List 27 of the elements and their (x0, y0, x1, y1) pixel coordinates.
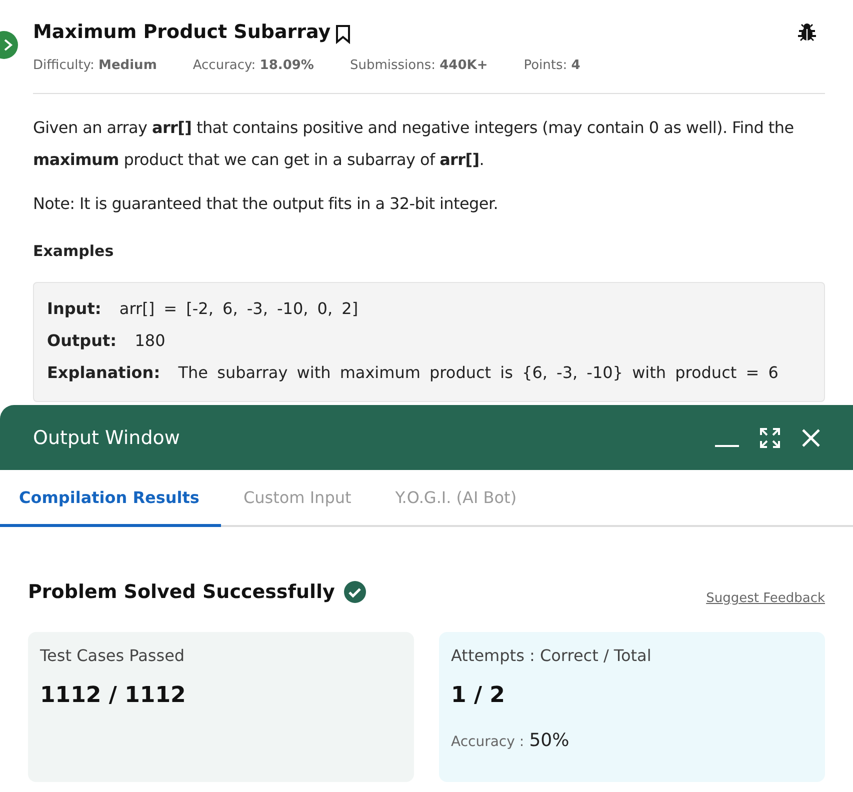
accuracy-label: Accuracy : (451, 734, 524, 750)
example-text: Input: arr[] = [-2, 6, -3, -10, 0, 2] (47, 298, 360, 320)
bookmark-icon[interactable] (334, 24, 351, 44)
meta-text: Points: 4 (524, 58, 580, 73)
accuracy-value: 50% (529, 730, 570, 751)
card-title: Test Cases Passed (40, 646, 186, 665)
close-icon[interactable] (801, 428, 821, 448)
result-text: Problem Solved Successfully (28, 580, 335, 602)
card-value: 1 / 2 (451, 683, 506, 708)
maximize-icon[interactable] (759, 426, 781, 448)
bug-icon[interactable] (797, 22, 817, 42)
meta-text: Difficulty: Medium (33, 58, 157, 73)
feedback-link[interactable]: Suggest Feedback (706, 591, 825, 606)
card-title: Attempts : Correct / Total (451, 646, 652, 665)
description-text: Given an array arr[] that contains positive and negative integers (may contain 0 as well). Find the maximum product that we can get in a subarray of arr[]. (33, 117, 795, 171)
card-value: 1112 / 1112 (40, 683, 187, 708)
example-text: Output: 180 (47, 330, 166, 352)
meta-text: Accuracy: 18.09% (192, 58, 314, 73)
window-title: Output Window (33, 426, 180, 448)
check-circle-icon (342, 580, 367, 604)
chevron-right-icon (2, 38, 14, 52)
tab[interactable]: Compilation Results (0, 470, 222, 527)
example-text: Explanation: The subarray with maximum product is {6, -3, -10} with product = 6 (47, 362, 780, 384)
description-text: Note: It is guaranteed that the output fits in a 32-bit integer. (33, 193, 500, 215)
meta-text: Submissions: 440K+ (350, 58, 488, 73)
section-heading: Examples (33, 242, 115, 260)
problem-title: Maximum Product Subarray (33, 21, 331, 43)
